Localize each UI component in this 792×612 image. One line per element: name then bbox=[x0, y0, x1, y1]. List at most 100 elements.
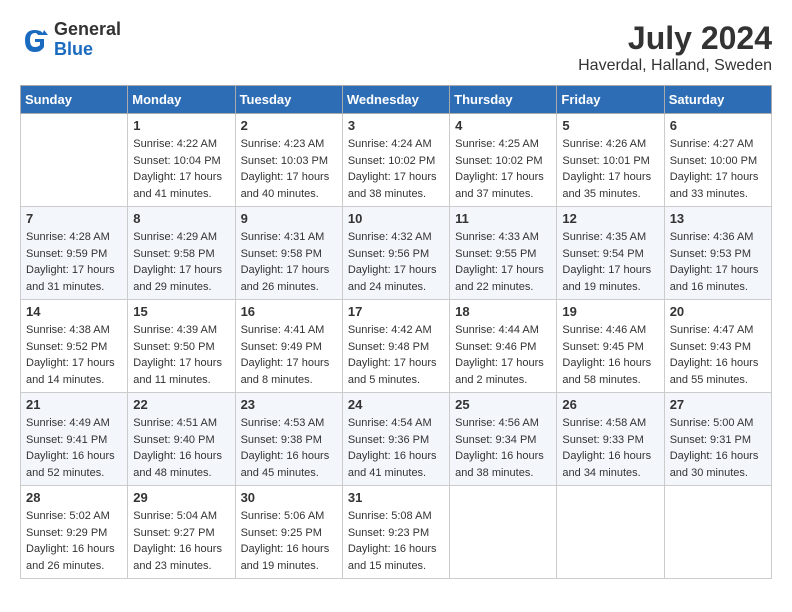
day-number: 10 bbox=[348, 211, 444, 226]
calendar-cell: 27 Sunrise: 5:00 AMSunset: 9:31 PMDayligh… bbox=[664, 393, 771, 486]
calendar-cell: 17Sunrise: 4:42 AMSunset: 9:48 PMDayligh… bbox=[342, 300, 449, 393]
calendar-cell: 18Sunrise: 4:44 AMSunset: 9:46 PMDayligh… bbox=[450, 300, 557, 393]
calendar-cell bbox=[450, 486, 557, 579]
day-info: Sunrise: 4:56 AMSunset: 9:34 PMDaylight:… bbox=[455, 415, 551, 481]
day-info: Sunrise: 4:25 AMSunset: 10:02 PMDaylight… bbox=[455, 136, 551, 202]
logo-text: General Blue bbox=[54, 20, 121, 60]
logo-blue-text: Blue bbox=[54, 39, 93, 59]
day-number: 27 bbox=[670, 397, 766, 412]
month-year: July 2024 bbox=[578, 20, 772, 57]
day-info: Sunrise: 5:04 AMSunset: 9:27 PMDaylight:… bbox=[133, 508, 229, 574]
calendar-cell: 22Sunrise: 4:51 AMSunset: 9:40 PMDayligh… bbox=[128, 393, 235, 486]
calendar-cell: 11 Sunrise: 4:33 AMSunset: 9:55 PMDayligh… bbox=[450, 207, 557, 300]
calendar-cell: 20Sunrise: 4:47 AMSunset: 9:43 PMDayligh… bbox=[664, 300, 771, 393]
day-number: 3 bbox=[348, 118, 444, 133]
day-info: Sunrise: 5:00 AMSunset: 9:31 PMDaylight:… bbox=[670, 415, 766, 481]
day-info: Sunrise: 4:33 AMSunset: 9:55 PMDaylight:… bbox=[455, 229, 551, 295]
day-number: 23 bbox=[241, 397, 337, 412]
calendar-cell: 23Sunrise: 4:53 AMSunset: 9:38 PMDayligh… bbox=[235, 393, 342, 486]
day-info: Sunrise: 4:29 AMSunset: 9:58 PMDaylight:… bbox=[133, 229, 229, 295]
day-info: Sunrise: 4:31 AMSunset: 9:58 PMDaylight:… bbox=[241, 229, 337, 295]
day-info: Sunrise: 4:36 AMSunset: 9:53 PMDaylight:… bbox=[670, 229, 766, 295]
day-number: 19 bbox=[562, 304, 658, 319]
calendar-cell: 31 Sunrise: 5:08 AMSunset: 9:23 PMDayligh… bbox=[342, 486, 449, 579]
day-number: 31 bbox=[348, 490, 444, 505]
day-number: 9 bbox=[241, 211, 337, 226]
logo-icon bbox=[20, 25, 50, 55]
day-number: 29 bbox=[133, 490, 229, 505]
day-info: Sunrise: 4:41 AMSunset: 9:49 PMDaylight:… bbox=[241, 322, 337, 388]
day-number: 8 bbox=[133, 211, 229, 226]
location: Haverdal, Halland, Sweden bbox=[578, 57, 772, 75]
day-number: 25 bbox=[455, 397, 551, 412]
calendar-cell: 2 Sunrise: 4:23 AMSunset: 10:03 PMDayligh… bbox=[235, 114, 342, 207]
day-number: 4 bbox=[455, 118, 551, 133]
day-number: 21 bbox=[26, 397, 122, 412]
col-header-tuesday: Tuesday bbox=[235, 86, 342, 114]
col-header-monday: Monday bbox=[128, 86, 235, 114]
page-header: General Blue July 2024 Haverdal, Halland… bbox=[20, 20, 772, 75]
day-number: 14 bbox=[26, 304, 122, 319]
week-row-3: 14 Sunrise: 4:38 AMSunset: 9:52 PMDayligh… bbox=[21, 300, 772, 393]
col-header-thursday: Thursday bbox=[450, 86, 557, 114]
day-info: Sunrise: 4:32 AMSunset: 9:56 PMDaylight:… bbox=[348, 229, 444, 295]
day-info: Sunrise: 4:42 AMSunset: 9:48 PMDaylight:… bbox=[348, 322, 444, 388]
day-number: 11 bbox=[455, 211, 551, 226]
day-number: 1 bbox=[133, 118, 229, 133]
calendar-cell: 16 Sunrise: 4:41 AMSunset: 9:49 PMDayligh… bbox=[235, 300, 342, 393]
day-info: Sunrise: 4:26 AMSunset: 10:01 PMDaylight… bbox=[562, 136, 658, 202]
day-number: 16 bbox=[241, 304, 337, 319]
calendar-table: SundayMondayTuesdayWednesdayThursdayFrid… bbox=[20, 85, 772, 579]
calendar-cell: 8 Sunrise: 4:29 AMSunset: 9:58 PMDaylight… bbox=[128, 207, 235, 300]
calendar-cell: 24 Sunrise: 4:54 AMSunset: 9:36 PMDayligh… bbox=[342, 393, 449, 486]
calendar-cell: 10 Sunrise: 4:32 AMSunset: 9:56 PMDayligh… bbox=[342, 207, 449, 300]
day-number: 15 bbox=[133, 304, 229, 319]
day-number: 24 bbox=[348, 397, 444, 412]
day-info: Sunrise: 4:46 AMSunset: 9:45 PMDaylight:… bbox=[562, 322, 658, 388]
calendar-cell: 26 Sunrise: 4:58 AMSunset: 9:33 PMDayligh… bbox=[557, 393, 664, 486]
calendar-cell: 30Sunrise: 5:06 AMSunset: 9:25 PMDayligh… bbox=[235, 486, 342, 579]
day-info: Sunrise: 4:35 AMSunset: 9:54 PMDaylight:… bbox=[562, 229, 658, 295]
day-number: 7 bbox=[26, 211, 122, 226]
calendar-cell: 1Sunrise: 4:22 AMSunset: 10:04 PMDayligh… bbox=[128, 114, 235, 207]
calendar-cell: 14 Sunrise: 4:38 AMSunset: 9:52 PMDayligh… bbox=[21, 300, 128, 393]
week-row-1: 1Sunrise: 4:22 AMSunset: 10:04 PMDayligh… bbox=[21, 114, 772, 207]
day-info: Sunrise: 4:44 AMSunset: 9:46 PMDaylight:… bbox=[455, 322, 551, 388]
calendar-cell: 29 Sunrise: 5:04 AMSunset: 9:27 PMDayligh… bbox=[128, 486, 235, 579]
calendar-cell bbox=[664, 486, 771, 579]
day-info: Sunrise: 5:08 AMSunset: 9:23 PMDaylight:… bbox=[348, 508, 444, 574]
day-number: 22 bbox=[133, 397, 229, 412]
calendar-cell: 9 Sunrise: 4:31 AMSunset: 9:58 PMDaylight… bbox=[235, 207, 342, 300]
day-info: Sunrise: 4:23 AMSunset: 10:03 PMDaylight… bbox=[241, 136, 337, 202]
calendar-cell: 5 Sunrise: 4:26 AMSunset: 10:01 PMDayligh… bbox=[557, 114, 664, 207]
calendar-cell: 28 Sunrise: 5:02 AMSunset: 9:29 PMDayligh… bbox=[21, 486, 128, 579]
day-number: 12 bbox=[562, 211, 658, 226]
day-info: Sunrise: 4:58 AMSunset: 9:33 PMDaylight:… bbox=[562, 415, 658, 481]
week-row-4: 21 Sunrise: 4:49 AMSunset: 9:41 PMDayligh… bbox=[21, 393, 772, 486]
calendar-cell: 7Sunrise: 4:28 AMSunset: 9:59 PMDaylight… bbox=[21, 207, 128, 300]
calendar-cell: 13 Sunrise: 4:36 AMSunset: 9:53 PMDayligh… bbox=[664, 207, 771, 300]
col-header-wednesday: Wednesday bbox=[342, 86, 449, 114]
day-number: 26 bbox=[562, 397, 658, 412]
day-info: Sunrise: 4:38 AMSunset: 9:52 PMDaylight:… bbox=[26, 322, 122, 388]
day-number: 2 bbox=[241, 118, 337, 133]
calendar-cell: 12 Sunrise: 4:35 AMSunset: 9:54 PMDayligh… bbox=[557, 207, 664, 300]
calendar-cell bbox=[557, 486, 664, 579]
calendar-cell: 3 Sunrise: 4:24 AMSunset: 10:02 PMDayligh… bbox=[342, 114, 449, 207]
day-number: 20 bbox=[670, 304, 766, 319]
day-number: 28 bbox=[26, 490, 122, 505]
day-info: Sunrise: 5:02 AMSunset: 9:29 PMDaylight:… bbox=[26, 508, 122, 574]
day-number: 13 bbox=[670, 211, 766, 226]
calendar-cell: 25 Sunrise: 4:56 AMSunset: 9:34 PMDayligh… bbox=[450, 393, 557, 486]
title-block: July 2024 Haverdal, Halland, Sweden bbox=[578, 20, 772, 75]
calendar-header-row: SundayMondayTuesdayWednesdayThursdayFrid… bbox=[21, 86, 772, 114]
week-row-2: 7Sunrise: 4:28 AMSunset: 9:59 PMDaylight… bbox=[21, 207, 772, 300]
day-number: 5 bbox=[562, 118, 658, 133]
day-info: Sunrise: 4:54 AMSunset: 9:36 PMDaylight:… bbox=[348, 415, 444, 481]
calendar-cell: 15Sunrise: 4:39 AMSunset: 9:50 PMDayligh… bbox=[128, 300, 235, 393]
calendar-cell: 21 Sunrise: 4:49 AMSunset: 9:41 PMDayligh… bbox=[21, 393, 128, 486]
day-info: Sunrise: 4:24 AMSunset: 10:02 PMDaylight… bbox=[348, 136, 444, 202]
col-header-friday: Friday bbox=[557, 86, 664, 114]
day-info: Sunrise: 4:49 AMSunset: 9:41 PMDaylight:… bbox=[26, 415, 122, 481]
calendar-cell bbox=[21, 114, 128, 207]
